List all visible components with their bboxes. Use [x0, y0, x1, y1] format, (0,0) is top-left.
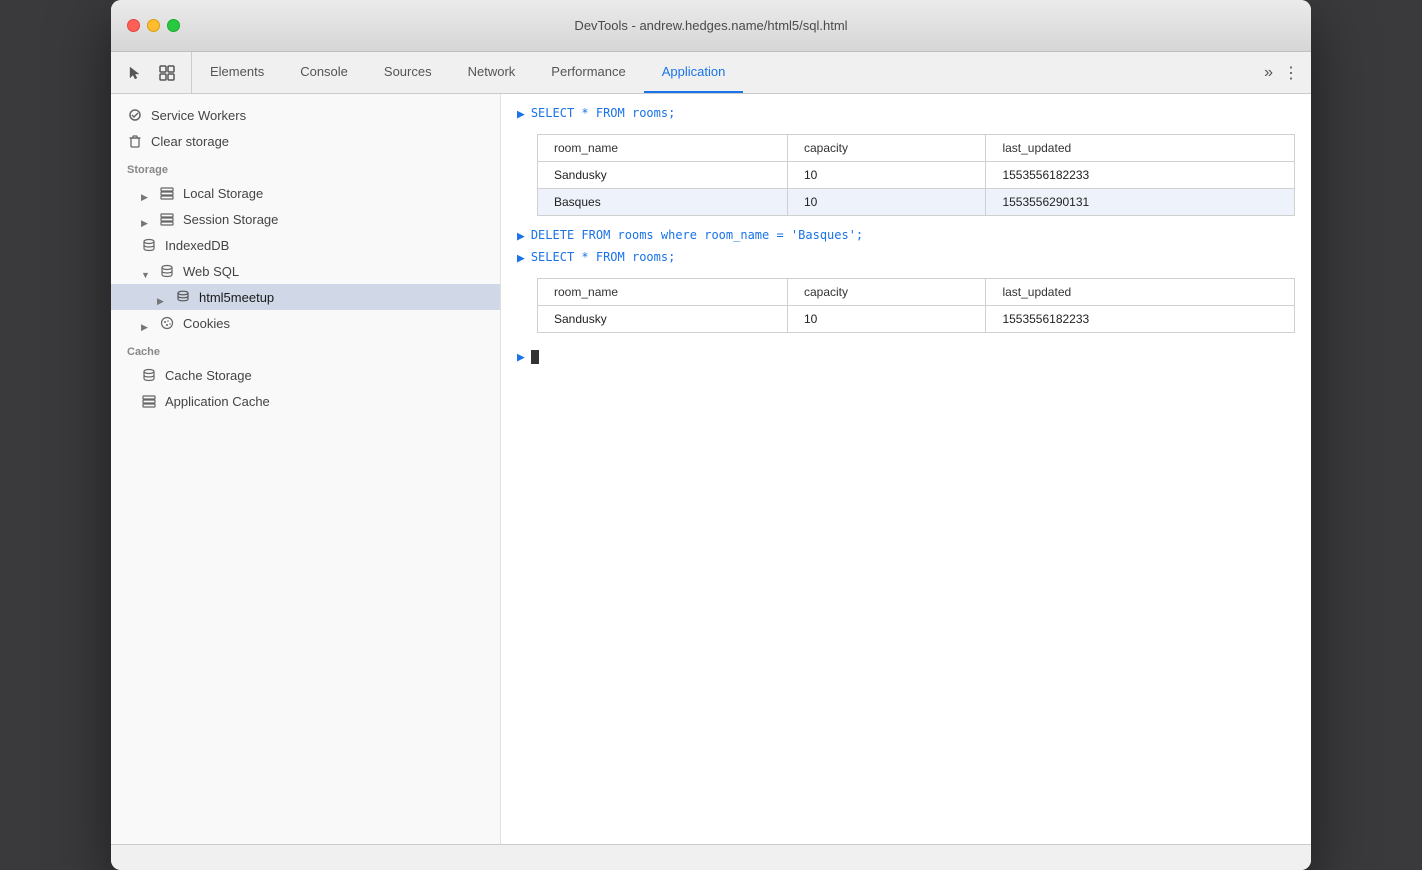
toolbar: Elements Console Sources Network Perform…: [111, 52, 1311, 94]
tab-console[interactable]: Console: [282, 52, 366, 93]
cookies-chevron: [141, 318, 151, 328]
html5meetup-chevron: [157, 292, 167, 302]
window-title: DevTools - andrew.hedges.name/html5/sql.…: [574, 18, 847, 33]
minimize-button[interactable]: [147, 19, 160, 32]
table1-col-capacity: capacity: [787, 135, 985, 162]
sidebar: Service Workers Clear storage Storage: [111, 94, 501, 844]
query3-line: ▶ SELECT * FROM rooms;: [517, 250, 1295, 266]
devtools-window: DevTools - andrew.hedges.name/html5/sql.…: [111, 0, 1311, 870]
t1r2-capacity: 10: [787, 189, 985, 216]
input-prompt: ▶: [517, 350, 525, 365]
query3-code: SELECT * FROM rooms;: [531, 250, 676, 264]
session-storage-icon: [159, 211, 175, 227]
sidebar-item-html5meetup[interactable]: html5meetup: [111, 284, 500, 310]
app-cache-icon: [141, 393, 157, 409]
result-table-2: room_name capacity last_updated Sandusky…: [537, 278, 1295, 333]
cursor-icon[interactable]: [121, 59, 149, 87]
local-storage-chevron: [141, 188, 151, 198]
tab-sources[interactable]: Sources: [366, 52, 450, 93]
table2-col-last-updated: last_updated: [986, 279, 1295, 306]
table1-col-room-name: room_name: [538, 135, 788, 162]
service-workers-icon: [127, 107, 143, 123]
query3-prompt[interactable]: ▶: [517, 251, 525, 266]
statusbar: [111, 844, 1311, 870]
storage-section-header: Storage: [111, 154, 500, 180]
inspect-icon[interactable]: [153, 59, 181, 87]
cache-storage-icon: [141, 367, 157, 383]
clear-storage-icon: [127, 133, 143, 149]
menu-icon: ⋮: [1283, 63, 1299, 83]
sidebar-item-local-storage[interactable]: Local Storage: [111, 180, 500, 206]
table-row: Sandusky 10 1553556182233: [538, 162, 1295, 189]
web-sql-icon: [159, 263, 175, 279]
query2-prompt[interactable]: ▶: [517, 229, 525, 244]
query1-line: ▶ SELECT * FROM rooms;: [517, 106, 1295, 122]
html5meetup-icon: [175, 289, 191, 305]
titlebar: DevTools - andrew.hedges.name/html5/sql.…: [111, 0, 1311, 52]
t2r1-last-updated: 1553556182233: [986, 306, 1295, 333]
t1r1-room-name: Sandusky: [538, 162, 788, 189]
local-storage-icon: [159, 185, 175, 201]
tab-elements[interactable]: Elements: [192, 52, 282, 93]
cache-section-header: Cache: [111, 336, 500, 362]
sidebar-item-service-workers[interactable]: Service Workers: [111, 102, 500, 128]
sidebar-item-web-sql[interactable]: Web SQL: [111, 258, 500, 284]
query1-code: SELECT * FROM rooms;: [531, 106, 676, 120]
table1-col-last-updated: last_updated: [986, 135, 1295, 162]
traffic-lights: [127, 19, 180, 32]
toolbar-icons: [111, 52, 192, 93]
text-cursor: [531, 350, 539, 364]
t1r2-room-name: Basques: [538, 189, 788, 216]
cookies-icon: [159, 315, 175, 331]
t1r1-last-updated: 1553556182233: [986, 162, 1295, 189]
tab-performance[interactable]: Performance: [533, 52, 643, 93]
table2-col-capacity: capacity: [787, 279, 985, 306]
query1-prompt[interactable]: ▶: [517, 107, 525, 122]
web-sql-chevron: [141, 266, 151, 276]
more-tabs-icon: »: [1264, 64, 1273, 82]
sidebar-item-app-cache[interactable]: Application Cache: [111, 388, 500, 414]
table-row: Sandusky 10 1553556182233: [538, 306, 1295, 333]
table-row: Basques 10 1553556290131: [538, 189, 1295, 216]
sidebar-item-cookies[interactable]: Cookies: [111, 310, 500, 336]
query2-line: ▶ DELETE FROM rooms where room_name = 'B…: [517, 228, 1295, 244]
session-storage-chevron: [141, 214, 151, 224]
t2r1-capacity: 10: [787, 306, 985, 333]
t2r1-room-name: Sandusky: [538, 306, 788, 333]
maximize-button[interactable]: [167, 19, 180, 32]
indexeddb-icon: [141, 237, 157, 253]
result-table-1: room_name capacity last_updated Sandusky…: [537, 134, 1295, 216]
t1r2-last-updated: 1553556290131: [986, 189, 1295, 216]
toolbar-more[interactable]: » ⋮: [1252, 52, 1311, 93]
sidebar-item-session-storage[interactable]: Session Storage: [111, 206, 500, 232]
sidebar-item-indexeddb[interactable]: IndexedDB: [111, 232, 500, 258]
table2-col-room-name: room_name: [538, 279, 788, 306]
tabs: Elements Console Sources Network Perform…: [192, 52, 1252, 93]
sidebar-item-cache-storage[interactable]: Cache Storage: [111, 362, 500, 388]
tab-network[interactable]: Network: [450, 52, 534, 93]
sql-panel: ▶ SELECT * FROM rooms; room_name capacit…: [501, 94, 1311, 844]
main-content: Service Workers Clear storage Storage: [111, 94, 1311, 844]
t1r1-capacity: 10: [787, 162, 985, 189]
sidebar-item-clear-storage[interactable]: Clear storage: [111, 128, 500, 154]
cursor-line[interactable]: ▶: [517, 349, 1295, 365]
tab-application[interactable]: Application: [644, 52, 744, 93]
close-button[interactable]: [127, 19, 140, 32]
query2-code: DELETE FROM rooms where room_name = 'Bas…: [531, 228, 863, 242]
